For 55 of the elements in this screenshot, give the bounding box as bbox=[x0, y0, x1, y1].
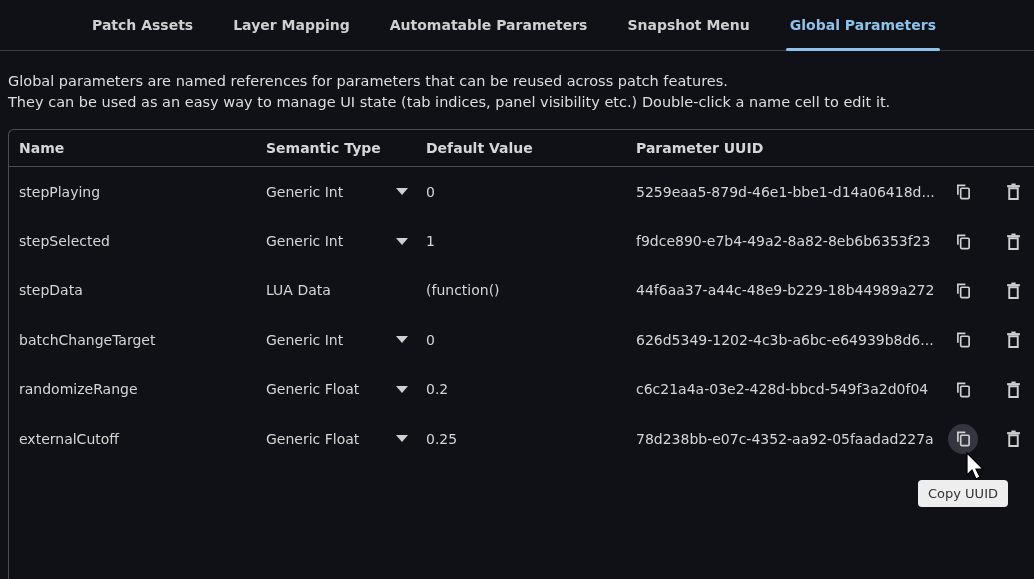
name-cell-text: externalCutoff bbox=[19, 430, 121, 447]
default-value-cell-text: (function() bbox=[426, 282, 501, 299]
name-cell-text: stepPlaying bbox=[19, 183, 102, 200]
semantic-type-value: Generic Int bbox=[266, 331, 344, 348]
trash-icon[interactable] bbox=[1005, 183, 1021, 201]
dropdown-caret-icon[interactable] bbox=[396, 385, 408, 393]
tab[interactable]: Automatable Parameters bbox=[369, 0, 608, 50]
copy-icon[interactable] bbox=[955, 232, 971, 250]
semantic-type-value: LUA Data bbox=[266, 282, 331, 299]
tooltip: Copy UUID bbox=[918, 480, 1008, 507]
column-header: Parameter UUID bbox=[636, 140, 765, 156]
description-text: Global parameters are named references for parameters that can be reused across patch features. bbox=[8, 73, 729, 89]
mouse-cursor-icon bbox=[966, 452, 986, 482]
tab[interactable]: Snapshot Menu bbox=[607, 0, 770, 50]
name-cell-text: stepData bbox=[19, 282, 84, 299]
tab[interactable]: Patch Assets bbox=[72, 0, 214, 50]
uuid-cell-text: c6c21a4a-03e2-428d-bbcd-549f3a2d0f04 bbox=[636, 381, 930, 398]
default-value-cell-text: 1 bbox=[426, 233, 436, 250]
name-cell-text: randomizeRange bbox=[19, 381, 139, 398]
default-value-cell-text: 0.2 bbox=[426, 381, 450, 398]
trash-icon[interactable] bbox=[1005, 430, 1021, 448]
default-value-cell-text: 0 bbox=[426, 331, 436, 348]
uuid-cell-text: 78d238bb-e07c-4352-aa92-05faadad227a bbox=[636, 430, 935, 447]
trash-icon[interactable] bbox=[1005, 380, 1021, 398]
tab[interactable]: Global Parameters bbox=[769, 0, 957, 50]
dropdown-caret-icon[interactable] bbox=[396, 188, 408, 196]
default-value-cell-text: 0 bbox=[426, 183, 436, 200]
dropdown-caret-icon[interactable] bbox=[396, 237, 408, 245]
semantic-type-value: Generic Float bbox=[266, 430, 360, 447]
dropdown-caret-icon[interactable] bbox=[396, 435, 408, 443]
trash-icon[interactable] bbox=[1005, 232, 1021, 250]
copy-button[interactable] bbox=[948, 423, 978, 454]
column-header: Default Value bbox=[426, 140, 534, 156]
default-value-cell-text: 0.25 bbox=[426, 430, 459, 447]
uuid-cell-text: 5259eaa5-879d-46e1-bbe1-d14a06418d... bbox=[636, 183, 936, 200]
uuid-cell-text: 44f6aa37-a44c-48e9-b229-18b44989a272 bbox=[636, 282, 936, 299]
column-header: Semantic Type bbox=[266, 140, 382, 156]
uuid-cell-text: f9dce890-e7b4-49a2-8a82-8eb6b6353f23 bbox=[636, 233, 932, 250]
tab[interactable]: Layer Mapping bbox=[213, 0, 370, 50]
copy-icon[interactable] bbox=[955, 430, 971, 448]
dropdown-caret-icon[interactable] bbox=[396, 336, 408, 344]
copy-icon[interactable] bbox=[955, 380, 971, 398]
copy-icon[interactable] bbox=[955, 281, 971, 299]
copy-icon[interactable] bbox=[955, 331, 971, 349]
name-cell-text: stepSelected bbox=[19, 233, 111, 250]
semantic-type-value: Generic Float bbox=[266, 381, 360, 398]
trash-icon[interactable] bbox=[1005, 281, 1021, 299]
uuid-cell-text: 626d5349-1202-4c3b-a6bc-e64939b8d6... bbox=[636, 331, 935, 348]
column-header: Name bbox=[19, 140, 66, 156]
semantic-type-value: Generic Int bbox=[266, 183, 344, 200]
description-text: They can be used as an easy way to manage UI state (tab indices, panel visibility etc.) Double-click a name cell to edit it. bbox=[8, 94, 892, 110]
semantic-type-value: Generic Int bbox=[266, 233, 344, 250]
trash-icon[interactable] bbox=[1005, 331, 1021, 349]
name-cell-text: batchChangeTarget bbox=[19, 331, 157, 348]
copy-icon[interactable] bbox=[955, 183, 971, 201]
